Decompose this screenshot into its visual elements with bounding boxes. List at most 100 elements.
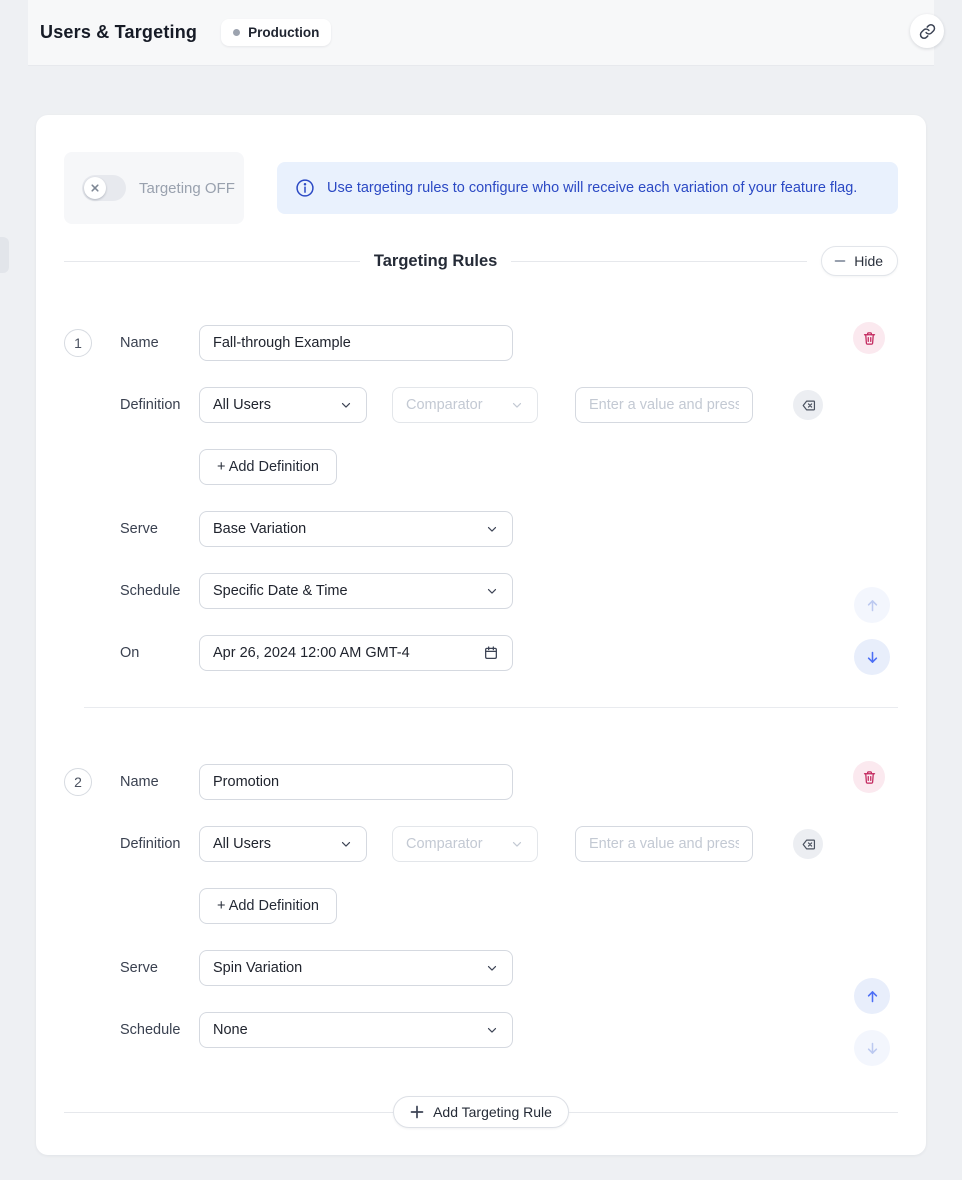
delete-rule-button[interactable] (853, 322, 885, 354)
add-definition-row: + Add Definition (64, 449, 898, 485)
schedule-value: Specific Date & Time (213, 583, 348, 599)
rule-reorder-controls (854, 587, 890, 675)
trash-icon (862, 331, 877, 346)
targeting-toggle-box: Targeting OFF (64, 152, 244, 224)
targeting-card: Targeting OFF Use targeting rules to con… (36, 115, 926, 1155)
targeting-rule-1: 1 Name Definition All Users Comparator (64, 325, 898, 671)
name-label: Name (120, 335, 199, 351)
backspace-icon (801, 837, 816, 852)
clear-definition-button[interactable] (793, 829, 823, 859)
trash-icon (862, 770, 877, 785)
rule-name-row: 1 Name (64, 325, 898, 361)
comparator-placeholder: Comparator (406, 836, 483, 852)
environment-badge[interactable]: Production (221, 19, 331, 46)
rule-schedule-row: Schedule Specific Date & Time (64, 573, 898, 609)
copy-link-button[interactable] (910, 14, 944, 48)
info-banner: Use targeting rules to configure who wil… (277, 162, 898, 214)
add-definition-button[interactable]: + Add Definition (199, 449, 337, 485)
chevron-down-icon (510, 398, 524, 412)
attribute-select[interactable]: All Users (199, 826, 367, 862)
targeting-rules-title: Targeting Rules (360, 252, 511, 271)
divider-line (569, 1112, 898, 1113)
link-icon (919, 23, 936, 40)
drawer-handle[interactable] (0, 237, 9, 273)
divider-line (64, 261, 360, 262)
move-rule-up-button[interactable] (854, 978, 890, 1014)
rule-number-badge: 1 (64, 329, 92, 357)
add-definition-button[interactable]: + Add Definition (199, 888, 337, 924)
chevron-down-icon (485, 584, 499, 598)
schedule-select[interactable]: Specific Date & Time (199, 573, 513, 609)
serve-value: Spin Variation (213, 960, 302, 976)
attribute-value: All Users (213, 397, 271, 413)
serve-value: Base Variation (213, 521, 306, 537)
chevron-down-icon (339, 398, 353, 412)
rule-reorder-controls (854, 978, 890, 1066)
comparator-select[interactable]: Comparator (392, 387, 538, 423)
calendar-icon (483, 645, 499, 661)
targeting-rule-2: 2 Name Definition All Users Comparator (64, 764, 898, 1048)
minus-icon (834, 255, 846, 267)
comparator-select[interactable]: Comparator (392, 826, 538, 862)
rule-definition-row: Definition All Users Comparator (64, 387, 898, 423)
info-circle-icon (295, 178, 315, 198)
add-targeting-rule-button[interactable]: Add Targeting Rule (393, 1096, 569, 1128)
schedule-label: Schedule (120, 583, 199, 599)
chevron-down-icon (485, 961, 499, 975)
x-icon (91, 184, 99, 192)
rules-separator (84, 707, 898, 708)
rule-number-badge: 2 (64, 768, 92, 796)
rule-serve-row: Serve Spin Variation (64, 950, 898, 986)
schedule-value: None (213, 1022, 248, 1038)
rule-schedule-row: Schedule None (64, 1012, 898, 1048)
rule-definition-row: Definition All Users Comparator (64, 826, 898, 862)
chevron-down-icon (510, 837, 524, 851)
arrow-down-icon (864, 1040, 881, 1057)
environment-label: Production (248, 25, 319, 40)
serve-label: Serve (120, 960, 199, 976)
divider-line (64, 1112, 393, 1113)
schedule-select[interactable]: None (199, 1012, 513, 1048)
delete-rule-button[interactable] (853, 761, 885, 793)
rule-name-input[interactable] (199, 764, 513, 800)
dot-icon (233, 29, 240, 36)
rule-serve-row: Serve Base Variation (64, 511, 898, 547)
schedule-datetime-picker[interactable]: Apr 26, 2024 12:00 AM GMT-4 (199, 635, 513, 671)
chevron-down-icon (339, 837, 353, 851)
serve-select[interactable]: Spin Variation (199, 950, 513, 986)
chevron-down-icon (485, 1023, 499, 1037)
move-rule-up-button[interactable] (854, 587, 890, 623)
plus-icon (410, 1105, 424, 1119)
attribute-value: All Users (213, 836, 271, 852)
move-rule-down-button[interactable] (854, 639, 890, 675)
definition-label: Definition (120, 397, 199, 413)
definition-value-input[interactable] (575, 387, 753, 423)
comparator-placeholder: Comparator (406, 397, 483, 413)
definition-value-input[interactable] (575, 826, 753, 862)
arrow-up-icon (864, 988, 881, 1005)
add-rule-label: Add Targeting Rule (433, 1104, 552, 1120)
info-banner-text: Use targeting rules to configure who wil… (327, 180, 857, 196)
arrow-up-icon (864, 597, 881, 614)
hide-rules-button[interactable]: Hide (821, 246, 898, 276)
definition-label: Definition (120, 836, 199, 852)
schedule-datetime-value: Apr 26, 2024 12:00 AM GMT-4 (213, 645, 410, 661)
name-label: Name (120, 774, 199, 790)
move-rule-down-button[interactable] (854, 1030, 890, 1066)
targeting-status-row: Targeting OFF Use targeting rules to con… (64, 152, 898, 224)
toggle-knob (84, 177, 106, 199)
divider-line (511, 261, 807, 262)
targeting-status-label: Targeting OFF (139, 180, 235, 197)
add-rule-row: Add Targeting Rule (64, 1096, 898, 1128)
rule-name-input[interactable] (199, 325, 513, 361)
on-label: On (120, 645, 199, 661)
add-definition-row: + Add Definition (64, 888, 898, 924)
serve-select[interactable]: Base Variation (199, 511, 513, 547)
clear-definition-button[interactable] (793, 390, 823, 420)
backspace-icon (801, 398, 816, 413)
targeting-rules-divider: Targeting Rules Hide (64, 246, 898, 276)
targeting-toggle[interactable] (82, 175, 126, 201)
page-title: Users & Targeting (40, 22, 197, 43)
attribute-select[interactable]: All Users (199, 387, 367, 423)
rule-on-row: On Apr 26, 2024 12:00 AM GMT-4 (64, 635, 898, 671)
